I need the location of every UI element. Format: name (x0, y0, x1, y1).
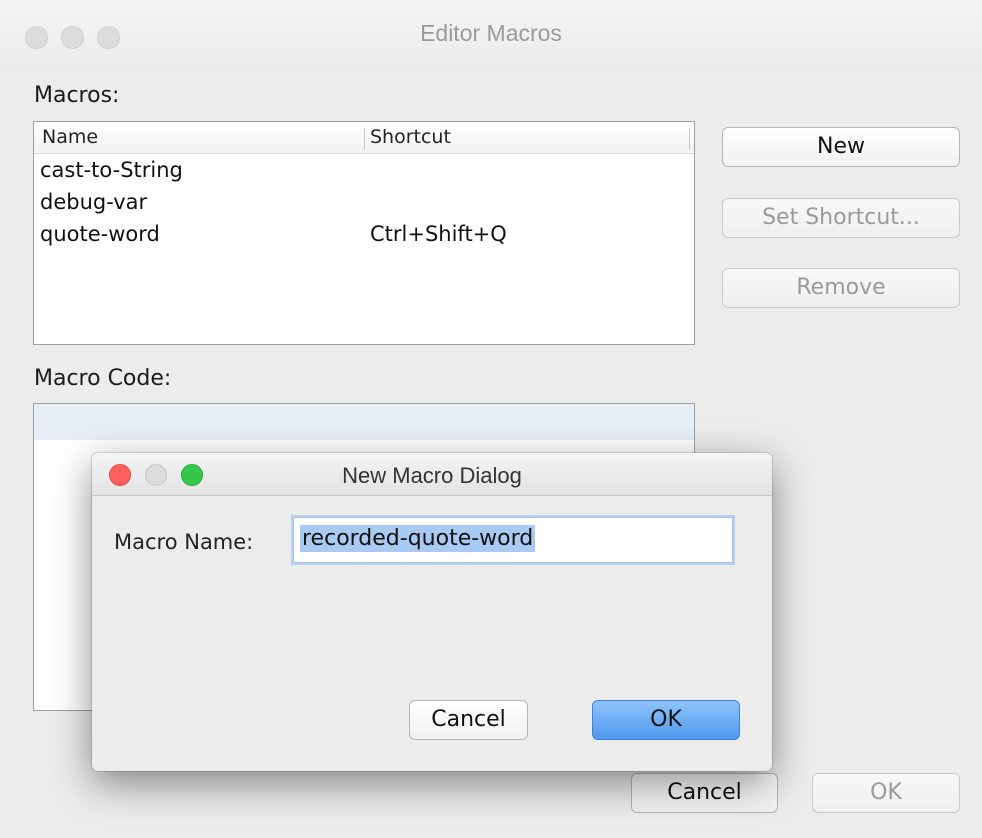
column-header-shortcut[interactable]: Shortcut (370, 126, 451, 148)
macros-table-header: Name Shortcut (34, 122, 694, 154)
set-shortcut-button[interactable]: Set Shortcut... (722, 198, 960, 238)
window-titlebar[interactable]: Editor Macros (0, 0, 982, 70)
remove-macro-button[interactable]: Remove (722, 268, 960, 308)
new-macro-button[interactable]: New (722, 127, 960, 167)
macro-name-input[interactable]: recorded-quote-word (293, 517, 733, 563)
dialog-title: New Macro Dialog (342, 463, 522, 488)
macro-name-cell: quote-word (40, 222, 160, 246)
table-row[interactable]: debug-var (34, 188, 694, 220)
table-row[interactable]: quote-word Ctrl+Shift+Q (34, 220, 694, 252)
cancel-button[interactable]: Cancel (631, 773, 778, 813)
column-divider (689, 128, 690, 150)
dialog-ok-button[interactable]: OK (592, 700, 740, 740)
table-row[interactable]: cast-to-String (34, 156, 694, 188)
editor-macros-window: Editor Macros Macros: Name Shortcut cast… (0, 0, 982, 838)
macros-table[interactable]: Name Shortcut cast-to-String debug-var q… (33, 121, 695, 345)
dialog-titlebar[interactable]: New Macro Dialog (92, 453, 772, 496)
current-line-highlight (34, 404, 694, 440)
macro-code-section-label: Macro Code: (34, 366, 172, 391)
column-header-name[interactable]: Name (42, 126, 98, 148)
macro-name-cell: debug-var (40, 190, 148, 214)
macro-name-label: Macro Name: (114, 530, 254, 554)
macro-name-cell: cast-to-String (40, 158, 183, 182)
ok-button[interactable]: OK (812, 773, 960, 813)
dialog-cancel-button[interactable]: Cancel (409, 700, 528, 740)
new-macro-dialog: New Macro Dialog Macro Name: recorded-qu… (92, 453, 772, 771)
macro-shortcut-cell: Ctrl+Shift+Q (370, 222, 507, 246)
macro-name-value: recorded-quote-word (300, 525, 536, 552)
window-title: Editor Macros (420, 20, 562, 46)
column-divider[interactable] (364, 128, 365, 150)
macros-section-label: Macros: (34, 83, 120, 108)
